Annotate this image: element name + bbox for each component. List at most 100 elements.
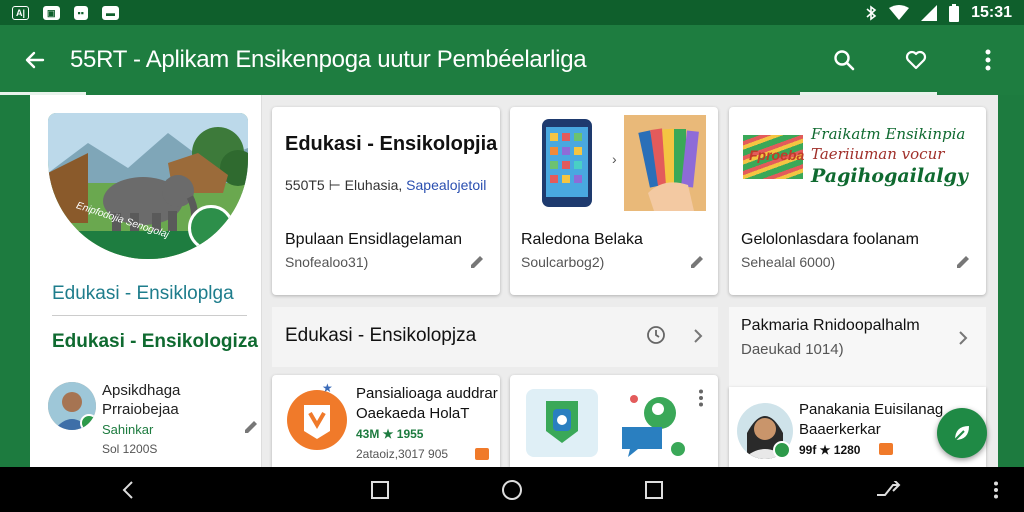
app-stats: 43M ★ 1955 [356, 427, 424, 441]
gallery-icon: ▣ [43, 5, 60, 20]
card-subtitle: Soulcarbog2) [521, 254, 605, 270]
nav-recents-button[interactable] [624, 467, 684, 512]
battery-icon [949, 3, 960, 22]
back-button[interactable] [0, 48, 70, 72]
profile-name: Panakania Euisilanag [799, 401, 944, 418]
app-card[interactable]: ★ Pansialioaga auddrar Oaekaeda HolaT 43… [272, 375, 500, 467]
section-header-right[interactable]: Pakmaria Rnidoopalhalm Daeukad 1014) [729, 307, 986, 387]
nav-rotate-button[interactable] [858, 467, 918, 512]
books-in-hand-illustration [624, 115, 706, 211]
home-circle-icon [502, 479, 522, 500]
app-card[interactable] [510, 375, 718, 467]
bluetooth-icon [866, 4, 877, 21]
play-badge-icon [773, 441, 791, 459]
banner-line2: Taeriiuman vocur [811, 145, 945, 163]
card-subtitle: Sehealal 6000) [741, 254, 836, 270]
more-vert-icon [994, 481, 998, 498]
arrow-left-icon [25, 51, 45, 69]
app-bar: 55RT - Aplikam Ensikenpoga uutur Pembéel… [0, 25, 1024, 95]
signal-icon [921, 4, 938, 21]
nav-home-button[interactable] [482, 467, 542, 512]
avatar [48, 382, 96, 430]
security-app-icon [526, 389, 598, 457]
back-triangle-icon [122, 480, 133, 499]
left-panel: Enipfodojia Senogolaj Edukasi - Ensiklop… [30, 95, 262, 467]
card-heading: Raledona Belaka [521, 231, 643, 248]
card-subtitle: Snofealoo31) [285, 254, 369, 270]
item-meta: Sol 1200S [102, 442, 158, 456]
app-title: 55RT - Aplikam Ensikenpoga uutur Pembéel… [70, 46, 587, 73]
notification-icon: ▪▪ [73, 5, 88, 20]
more-vert-icon [985, 49, 991, 71]
item-name: Apsikdhaga [102, 382, 181, 399]
clock: 15:31 [971, 3, 1012, 21]
star-icon: ★ [322, 381, 333, 395]
nav-square-button[interactable] [350, 467, 410, 512]
section-title: Pakmaria Rnidoopalhalm [741, 317, 920, 334]
left-title-secondary[interactable]: Edukasi - Ensikologiza [52, 331, 258, 353]
item-name-line2: Prraiobejaa [102, 401, 179, 418]
floating-action-button[interactable] [937, 408, 987, 458]
battery-saver-icon: ▬ [101, 5, 119, 20]
more-vert-icon[interactable] [698, 389, 704, 407]
nav-menu-button[interactable] [966, 467, 1024, 512]
mascot-badge [188, 205, 234, 251]
banner-line3: Pagihogailalgy [811, 165, 968, 187]
play-badge-icon [80, 414, 96, 430]
card-meta: 550T5 ⊢ Eluhasia, Sapealojetoil [285, 177, 486, 194]
divider [52, 315, 247, 316]
section-subtitle: Daeukad 1014) [741, 341, 844, 358]
recents-icon [645, 480, 663, 499]
banner-logo-text: Fproeba [749, 147, 805, 163]
rotate-icon [877, 480, 901, 496]
content-area: Enipfodojia Senogolaj Edukasi - Ensiklop… [0, 95, 1024, 467]
leaf-icon [954, 426, 969, 441]
hero-image[interactable] [48, 113, 248, 259]
overflow-menu-button[interactable] [952, 25, 1024, 95]
heart-icon [905, 50, 927, 70]
item-subtitle: Sahinkar [102, 422, 154, 437]
card-title: Edukasi - Ensikolopjia [285, 133, 498, 155]
card-phone-books[interactable]: › Raledona Belaka Soulcarbog2) [510, 107, 718, 295]
edit-icon[interactable] [954, 253, 972, 271]
phone-illustration [542, 119, 592, 207]
card-encyclopedia[interactable]: Edukasi - Ensikolopjia 550T5 ⊢ Eluhasia,… [272, 107, 500, 295]
card-meta-text: 550T5 ⊢ Eluhasia, [285, 177, 403, 193]
chat-app-icon [622, 395, 687, 458]
chevron-right-icon: › [612, 151, 617, 167]
app-logo-icon [287, 390, 347, 450]
app-name: Pansialioaga auddrar [356, 385, 498, 402]
section-header[interactable]: Edukasi - Ensikolopjza [272, 307, 718, 367]
edit-icon[interactable] [468, 253, 486, 271]
wifi-icon [889, 4, 910, 20]
card-heading: Gelolonlasdara foolanam [741, 231, 919, 248]
clock-icon [647, 326, 665, 344]
chevron-right-icon[interactable] [692, 327, 704, 345]
search-button[interactable] [808, 25, 880, 95]
banner-line1: Fraikatm Ensikinpia [811, 125, 966, 143]
search-icon [834, 50, 855, 71]
card-heading: Bpulaan Ensidlagelaman [285, 231, 463, 248]
list-item[interactable]: Apsikdhaga Prraiobejaa Sahinkar Sol 1200… [48, 380, 258, 460]
left-edge [0, 95, 30, 467]
input-method-icon: A| [12, 5, 30, 20]
edit-icon[interactable] [688, 253, 706, 271]
square-icon [371, 480, 389, 499]
app-meta: 2ataoiz,3017 905 [356, 447, 449, 461]
card-banner[interactable]: Fproeba Fraikatm Ensikinpia Taeriiuman v… [729, 107, 986, 295]
orange-badge-icon [879, 443, 893, 455]
chevron-right-icon[interactable] [957, 329, 969, 347]
card-meta-link[interactable]: Sapealojetoil [406, 177, 486, 193]
app-name-line2: Oaekaeda HolaT [356, 405, 470, 422]
orange-badge-icon [475, 448, 489, 460]
favorite-button[interactable] [880, 25, 952, 95]
profile-stats: 99f ★ 1280 [799, 443, 861, 457]
nav-back-button[interactable] [98, 467, 158, 512]
section-title: Edukasi - Ensikolopjza [285, 325, 477, 346]
left-title-primary[interactable]: Edukasi - Ensikloplga [52, 283, 234, 305]
right-edge [998, 95, 1024, 467]
navigation-bar [0, 467, 1024, 512]
status-bar: A| ▣ ▪▪ ▬ 15:31 [0, 0, 1024, 25]
edit-icon[interactable] [242, 418, 260, 436]
profile-name-line2: Baaerkerkar [799, 421, 881, 438]
